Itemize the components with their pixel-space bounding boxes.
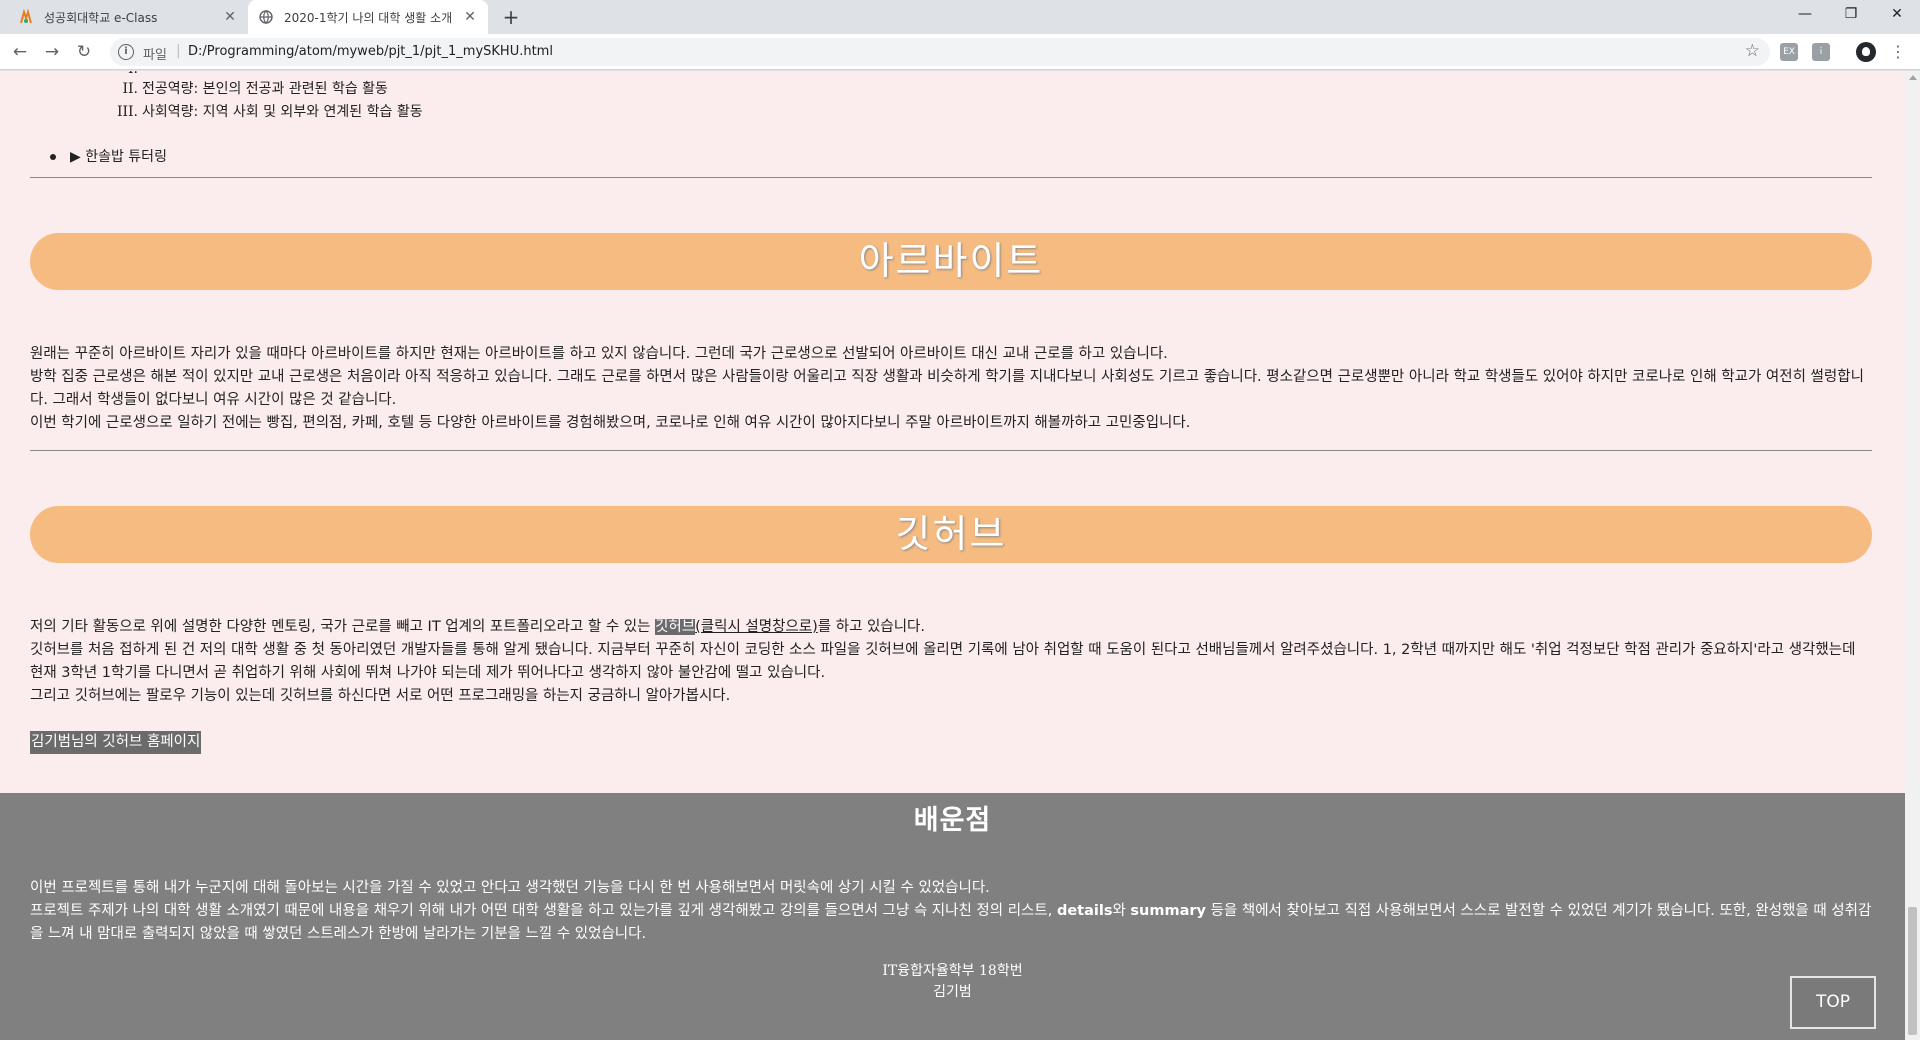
scroll-up-arrow-icon[interactable] (1909, 75, 1917, 80)
url-scheme: 파일 (143, 48, 167, 63)
footer-heading: 배운점 (913, 805, 992, 836)
eclass-favicon-icon (18, 9, 34, 25)
paragraph-line: 프로젝트 주제가 나의 대학 생활 소개였기 때문에 내용을 채우기 위해 내가… (30, 903, 1872, 942)
reload-icon[interactable]: ↻ (70, 38, 98, 66)
close-icon[interactable]: ✕ (222, 9, 238, 25)
list-text: 전공역량: 본인의 전공과 관련된 학습 활동 (142, 81, 388, 97)
window-close-button[interactable]: ✕ (1874, 0, 1920, 30)
details-summary-item[interactable]: ▶ 한솔밥 튜터링 (50, 146, 167, 166)
footer: 배운점 이번 프로젝트를 통해 내가 누군지에 대해 돌아보는 시간을 가질 수… (0, 793, 1905, 1040)
github-highlight: 깃허브 (655, 619, 696, 635)
credit-department: IT융합자율학부 18학번 (882, 963, 1023, 979)
address-bar[interactable]: i 파일 | D:/Programming/atom/myweb/pjt_1/p… (110, 38, 1770, 66)
scrollbar-thumb[interactable] (1908, 907, 1917, 1035)
extension-icon[interactable]: EX (1780, 43, 1798, 61)
section-heading-github: 깃허브 (30, 506, 1872, 563)
close-icon[interactable]: ✕ (462, 9, 478, 25)
credit-name: 김기범 (933, 984, 972, 1000)
tab-eclass[interactable]: 성공회대학교 e-Class ✕ (8, 0, 248, 34)
divider (30, 177, 1872, 178)
page-viewport: I.- II.전공역량: 본인의 전공과 관련된 학습 활동 III.사회역량:… (0, 71, 1905, 1040)
info-icon[interactable]: i (118, 44, 134, 60)
arbeit-paragraph: 원래는 꾸준히 아르바이트 자리가 있을 때마다 아르바이트를 하지만 현재는 … (30, 343, 1872, 435)
list-item: II. 전공역량: 본인의 전공과 관련된 학습 활동 (110, 78, 388, 98)
tab-title: 2020-1학기 나의 대학 생활 소개 (284, 10, 453, 25)
divider (30, 450, 1872, 451)
forward-arrow-icon[interactable]: → (38, 38, 66, 66)
more-menu-icon[interactable]: ⋮ (1890, 42, 1906, 62)
section-heading-arbeit: 아르바이트 (30, 233, 1872, 290)
restore-button[interactable]: ❐ (1828, 0, 1874, 30)
paragraph-line: 이번 학기에 근로생으로 일하기 전에는 빵집, 편의점, 카페, 호텔 등 다… (30, 415, 1191, 431)
globe-icon (258, 9, 274, 25)
url-text[interactable]: D:/Programming/atom/myweb/pjt_1/pjt_1_my… (188, 44, 553, 59)
paragraph-line: 깃허브를 처음 접하게 된 건 저의 대학 생활 중 첫 동아리였던 개발자들를… (30, 642, 1856, 681)
tab-title: 성공회대학교 e-Class (44, 10, 158, 25)
list-number: II. (122, 81, 138, 97)
list-item: III. 사회역량: 지역 사회 및 외부와 연계된 학습 활동 (110, 101, 423, 121)
paragraph-line: 이번 프로젝트를 통해 내가 누군지에 대해 돌아보는 시간을 가질 수 있었고… (30, 880, 990, 896)
github-homepage-link[interactable]: 김기범님의 깃허브 홈페이지 (30, 731, 202, 754)
github-paragraph: 저의 기타 활동으로 위에 설명한 다양한 멘토링, 국가 근로를 빼고 IT … (30, 616, 1872, 708)
tab-mySKHU[interactable]: 2020-1학기 나의 대학 생활 소개 ✕ (248, 0, 488, 34)
new-tab-button[interactable]: + (498, 5, 524, 29)
paragraph-line: 그리고 깃허브에는 팔로우 기능이 있는데 깃허브를 하신다면 서로 어떤 프로… (30, 688, 731, 704)
list-text: 사회역량: 지역 사회 및 외부와 연계된 학습 활동 (142, 104, 423, 120)
summary-term: summary (1130, 903, 1206, 919)
details-summary[interactable]: ▶ 한솔밥 튜터링 (70, 149, 167, 165)
footer-credit: IT융합자율학부 18학번 김기범 (0, 961, 1905, 1003)
paragraph-line: 저의 기타 활동으로 위에 설명한 다양한 멘토링, 국가 근로를 빼고 IT … (30, 619, 925, 635)
extension-icon[interactable]: ⅰ (1812, 43, 1830, 61)
browser-toolbar: ← → ↻ i 파일 | D:/Programming/atom/myweb/p… (0, 34, 1920, 70)
back-arrow-icon[interactable]: ← (6, 38, 34, 66)
bullet-icon (50, 154, 56, 160)
paragraph-line: 원래는 꾸준히 아르바이트 자리가 있을 때마다 아르바이트를 하지만 현재는 … (30, 346, 1168, 362)
scrollbar[interactable] (1905, 71, 1920, 1040)
tab-strip: 성공회대학교 e-Class ✕ 2020-1학기 나의 대학 생활 소개 ✕ … (0, 0, 1920, 34)
bookmark-star-icon[interactable]: ☆ (1745, 41, 1760, 61)
list-item: I.- (110, 71, 147, 77)
details-term: details (1056, 903, 1113, 919)
github-explain-link[interactable]: (클릭시 설명창으로) (695, 619, 818, 635)
footer-paragraph: 이번 프로젝트를 통해 내가 누군지에 대해 돌아보는 시간을 가질 수 있었고… (30, 877, 1872, 946)
list-number: III. (116, 104, 138, 120)
paragraph-line: 방학 집중 근로생은 해본 적이 있지만 교내 근로생은 처음이라 아직 적응하… (30, 369, 1864, 408)
url-separator: | (176, 43, 181, 59)
github-extension-icon[interactable] (1856, 42, 1876, 62)
top-button[interactable]: TOP (1790, 976, 1876, 1029)
minimize-button[interactable]: — (1782, 0, 1828, 30)
